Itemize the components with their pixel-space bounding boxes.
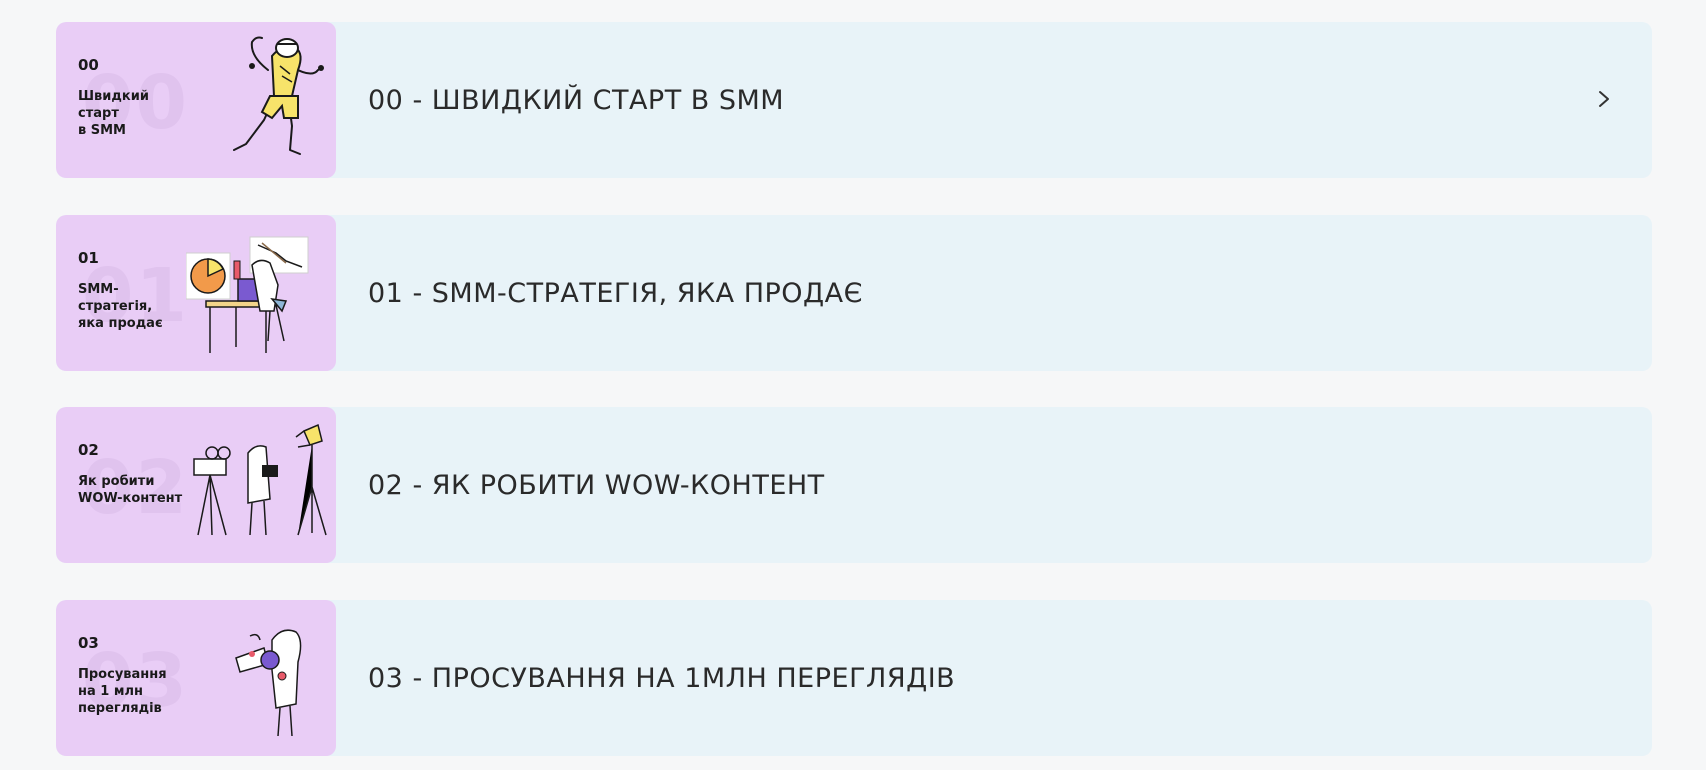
thumbnail-number: 03 xyxy=(78,634,99,652)
lesson-card-02[interactable]: 02 02 Як робити WOW-контент 02 - ЯК РОБИ… xyxy=(56,407,1652,563)
lesson-thumbnail: 01 01 SMM- стратегія, яка продає xyxy=(56,215,336,371)
lesson-card-01[interactable]: 01 01 SMM- стратегія, яка продає 01 - SM… xyxy=(56,215,1652,371)
lesson-title[interactable]: 00 - ШВИДКИЙ СТАРТ В SMM xyxy=(368,22,784,178)
chevron-right-icon[interactable] xyxy=(1594,84,1614,114)
lesson-thumbnail: 00 00 Швидкий старт в SMM xyxy=(56,22,336,178)
lesson-title[interactable]: 01 - SMM-СТРАТЕГІЯ, ЯКА ПРОДАЄ xyxy=(368,215,863,371)
lesson-title[interactable]: 02 - ЯК РОБИТИ WOW-КОНТЕНТ xyxy=(368,407,825,563)
thumbnail-number: 00 xyxy=(78,56,99,74)
thumbnail-title: SMM- стратегія, яка продає xyxy=(78,282,163,331)
video-shoot-illustration xyxy=(193,423,327,536)
thumbnail-title: Просування на 1 млн переглядів xyxy=(78,667,167,716)
running-character-illustration xyxy=(233,36,324,155)
lesson-title[interactable]: 03 - ПРОСУВАННЯ НА 1МЛН ПЕРЕГЛЯДІВ xyxy=(368,600,955,756)
lesson-card-03[interactable]: 03 03 Просування на 1 млн переглядів 03 … xyxy=(56,600,1652,756)
thumbnail-number: 01 xyxy=(78,249,99,267)
thumbnail-title: Як робити WOW-контент xyxy=(78,474,183,506)
lesson-thumbnail: 02 02 Як робити WOW-контент xyxy=(56,407,336,563)
lesson-card-00[interactable]: 00 00 Швидкий старт в SMM 00 - ШВИДКИЙ С xyxy=(56,22,1652,178)
megaphone-character-illustration xyxy=(235,629,302,737)
thumbnail-number: 02 xyxy=(78,441,99,459)
strategy-desk-illustration xyxy=(186,236,309,353)
lesson-thumbnail: 03 03 Просування на 1 млн переглядів xyxy=(56,600,336,756)
thumbnail-title: Швидкий старт в SMM xyxy=(78,89,149,138)
